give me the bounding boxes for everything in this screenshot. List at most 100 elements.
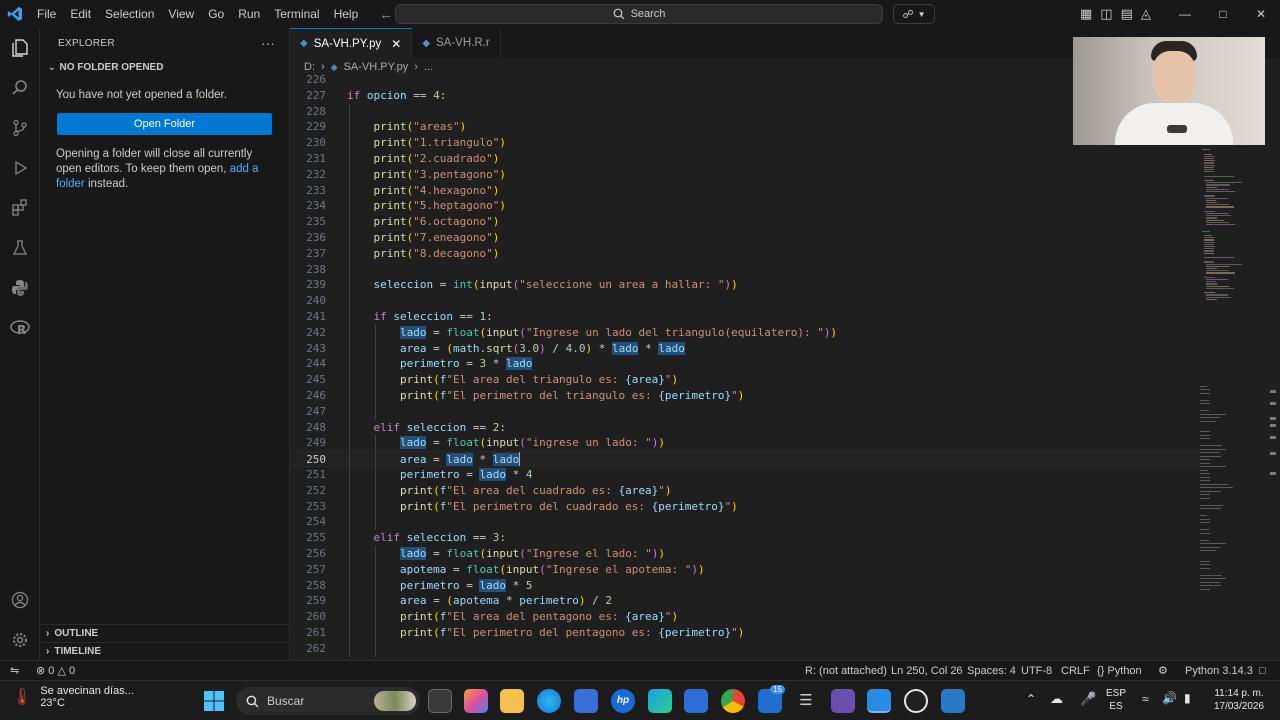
file-encoding[interactable]: UTF-8 bbox=[1021, 661, 1052, 681]
media-player-icon[interactable] bbox=[904, 689, 928, 713]
clock[interactable]: 11:14 p. m. 17/03/2026 bbox=[1208, 687, 1270, 713]
code-line[interactable]: 229 print("areas") bbox=[290, 119, 1200, 135]
back-arrow-icon[interactable]: ← bbox=[379, 6, 393, 22]
account-icon[interactable] bbox=[8, 588, 32, 612]
weather-widget[interactable]: 🌡 Se avecinan días... 23°C bbox=[12, 685, 134, 709]
menu-run[interactable]: Run bbox=[231, 0, 267, 28]
code-line[interactable]: 258 perimetro = lado * 5 bbox=[290, 578, 1200, 594]
r-language-icon[interactable]: R bbox=[8, 316, 32, 340]
minimize-icon[interactable]: — bbox=[1166, 0, 1204, 28]
code-line[interactable]: 257 apotema = float(input("Ingrese el ap… bbox=[290, 562, 1200, 578]
microphone-icon[interactable]: 🎤 bbox=[1080, 692, 1096, 705]
menu-go[interactable]: Go bbox=[201, 0, 231, 28]
search-sidebar-icon[interactable] bbox=[8, 76, 32, 100]
close-icon[interactable]: ✕ bbox=[391, 37, 401, 51]
code-line[interactable]: 251 perimetro = lado * 4 bbox=[290, 467, 1200, 483]
file-explorer-icon[interactable] bbox=[500, 689, 524, 713]
more-actions-icon[interactable]: ··· bbox=[261, 36, 275, 51]
code-line[interactable]: 243 area = (math.sqrt(3.0) / 4.0) * lado… bbox=[290, 341, 1200, 357]
layout-customize-icon[interactable]: ▦ bbox=[1080, 0, 1092, 28]
testing-flask-icon[interactable] bbox=[8, 236, 32, 260]
close-window-icon[interactable]: ✕ bbox=[1242, 0, 1280, 28]
taskbar-search[interactable]: Buscar bbox=[236, 687, 420, 715]
toggle-secondary-sidebar-icon[interactable]: ◬ bbox=[1141, 0, 1151, 28]
menu-terminal[interactable]: Terminal bbox=[267, 0, 326, 28]
code-line[interactable]: 242 lado = float(input("Ingrese un lado … bbox=[290, 325, 1200, 341]
code-line[interactable]: 238 bbox=[290, 262, 1200, 278]
code-line[interactable]: 256 lado = float(input("Ingrese el lado:… bbox=[290, 546, 1200, 562]
minimap[interactable] bbox=[1196, 72, 1272, 660]
tab-sa-vh-r[interactable]: ◆ SA-VH.R.r bbox=[412, 28, 501, 58]
tab-sa-vh-py[interactable]: ◆ SA-VH.PY.py ✕ bbox=[290, 28, 413, 58]
code-line[interactable]: 231 print("2.cuadrado") bbox=[290, 151, 1200, 167]
edge-browser-icon[interactable] bbox=[537, 689, 561, 713]
code-line[interactable]: 230 print("1.triangulo") bbox=[290, 135, 1200, 151]
code-line[interactable]: 245 print(f"El area del triangulo es: {a… bbox=[290, 372, 1200, 388]
language-indicator[interactable]: ESP ES bbox=[1106, 687, 1126, 713]
code-line[interactable]: 248 elif seleccion == 2: bbox=[290, 420, 1200, 436]
toggle-sidebar-icon[interactable]: ◫ bbox=[1100, 0, 1112, 28]
onedrive-icon[interactable]: ☁ bbox=[1050, 692, 1063, 705]
code-line[interactable]: 235 print("6.octagono") bbox=[290, 214, 1200, 230]
code-line[interactable]: 241 if seleccion == 1: bbox=[290, 309, 1200, 325]
clipchamp-icon[interactable] bbox=[831, 689, 855, 713]
code-line[interactable]: 234 print("5.heptagono") bbox=[290, 198, 1200, 214]
copilot-button[interactable]: ☍ ▼ bbox=[893, 4, 935, 24]
code-line[interactable]: 259 area = (apotema * perimetro) / 2 bbox=[290, 593, 1200, 609]
code-line[interactable]: 262 bbox=[290, 641, 1200, 657]
outlook-icon[interactable] bbox=[684, 689, 708, 713]
menu-view[interactable]: View bbox=[161, 0, 201, 28]
run-debug-icon[interactable] bbox=[8, 156, 32, 180]
code-line[interactable]: 239 seleccion = int(input("seleccione un… bbox=[290, 277, 1200, 293]
code-line[interactable]: 244 perimetro = 3 * lado bbox=[290, 356, 1200, 372]
python-env-icon[interactable]: ⚙ bbox=[1158, 661, 1168, 681]
copilot-app-icon[interactable] bbox=[464, 689, 488, 713]
menu-help[interactable]: Help bbox=[327, 0, 366, 28]
microsoft-store-icon[interactable] bbox=[574, 689, 598, 713]
problems-indicator[interactable]: ⊗ 0 △ 0 bbox=[36, 661, 75, 681]
code-line[interactable]: 227 if opcion == 4: bbox=[290, 88, 1200, 104]
extensions-icon[interactable] bbox=[8, 196, 32, 220]
line-ending[interactable]: CRLF bbox=[1061, 661, 1090, 681]
code-line[interactable]: 233 print("4.hexagono") bbox=[290, 183, 1200, 199]
cursor-position[interactable]: Ln 250, Col 26 bbox=[891, 661, 963, 681]
python-icon[interactable] bbox=[8, 276, 32, 300]
r-session-status[interactable]: R: (not attached) bbox=[805, 661, 887, 681]
code-line[interactable]: 250 area = lado * lado bbox=[290, 451, 1200, 468]
gear-icon[interactable] bbox=[8, 628, 32, 652]
python-interpreter[interactable]: Python 3.14.3 bbox=[1185, 661, 1253, 681]
source-control-icon[interactable] bbox=[8, 116, 32, 140]
menu-selection[interactable]: Selection bbox=[98, 0, 161, 28]
mixer-app-icon[interactable]: ☰ bbox=[794, 689, 818, 713]
code-line[interactable]: 237 print("8.decagono") bbox=[290, 246, 1200, 262]
indentation[interactable]: Spaces: 4 bbox=[967, 661, 1016, 681]
teams-icon[interactable] bbox=[648, 689, 672, 713]
code-line[interactable]: 247 bbox=[290, 404, 1200, 420]
windows-start-icon[interactable] bbox=[202, 689, 226, 713]
outline-section[interactable]: › OUTLINE bbox=[40, 624, 290, 642]
explorer-icon[interactable] bbox=[8, 36, 32, 60]
code-line[interactable]: 260 print(f"El area del pentagono es: {a… bbox=[290, 609, 1200, 625]
code-line[interactable]: 252 print(f"El area del cuadrado es: {ar… bbox=[290, 483, 1200, 499]
code-line[interactable]: 228 bbox=[290, 104, 1200, 120]
code-line[interactable]: 255 elif seleccion == 3: bbox=[290, 530, 1200, 546]
timeline-section[interactable]: › TIMELINE bbox=[40, 642, 290, 660]
hp-app-icon[interactable]: hp bbox=[611, 689, 635, 713]
open-folder-button[interactable]: Open Folder bbox=[57, 113, 272, 135]
command-search-box[interactable]: Search bbox=[395, 4, 883, 24]
code-line[interactable]: 240 bbox=[290, 293, 1200, 309]
task-view-icon[interactable] bbox=[428, 689, 452, 713]
code-line[interactable]: 236 print("7.eneagono") bbox=[290, 230, 1200, 246]
notifications-bell-icon[interactable]: □ bbox=[1259, 661, 1266, 681]
code-line[interactable]: 232 print("3.pentagono") bbox=[290, 167, 1200, 183]
remote-app-icon[interactable] bbox=[941, 689, 965, 713]
code-line[interactable]: 249 lado = float(input("ingrese un lado:… bbox=[290, 435, 1200, 451]
maximize-icon[interactable]: □ bbox=[1204, 0, 1242, 28]
battery-icon[interactable]: ▮ bbox=[1184, 692, 1191, 705]
chrome-icon[interactable] bbox=[721, 689, 745, 713]
remote-icon[interactable]: ⇋ bbox=[10, 661, 19, 681]
toggle-panel-icon[interactable]: ▤ bbox=[1121, 0, 1133, 28]
menu-file[interactable]: File bbox=[30, 0, 63, 28]
code-line[interactable]: 261 print(f"El perimetro del pentagono e… bbox=[290, 625, 1200, 641]
no-folder-section[interactable]: ⌄ NO FOLDER OPENED bbox=[40, 58, 289, 76]
